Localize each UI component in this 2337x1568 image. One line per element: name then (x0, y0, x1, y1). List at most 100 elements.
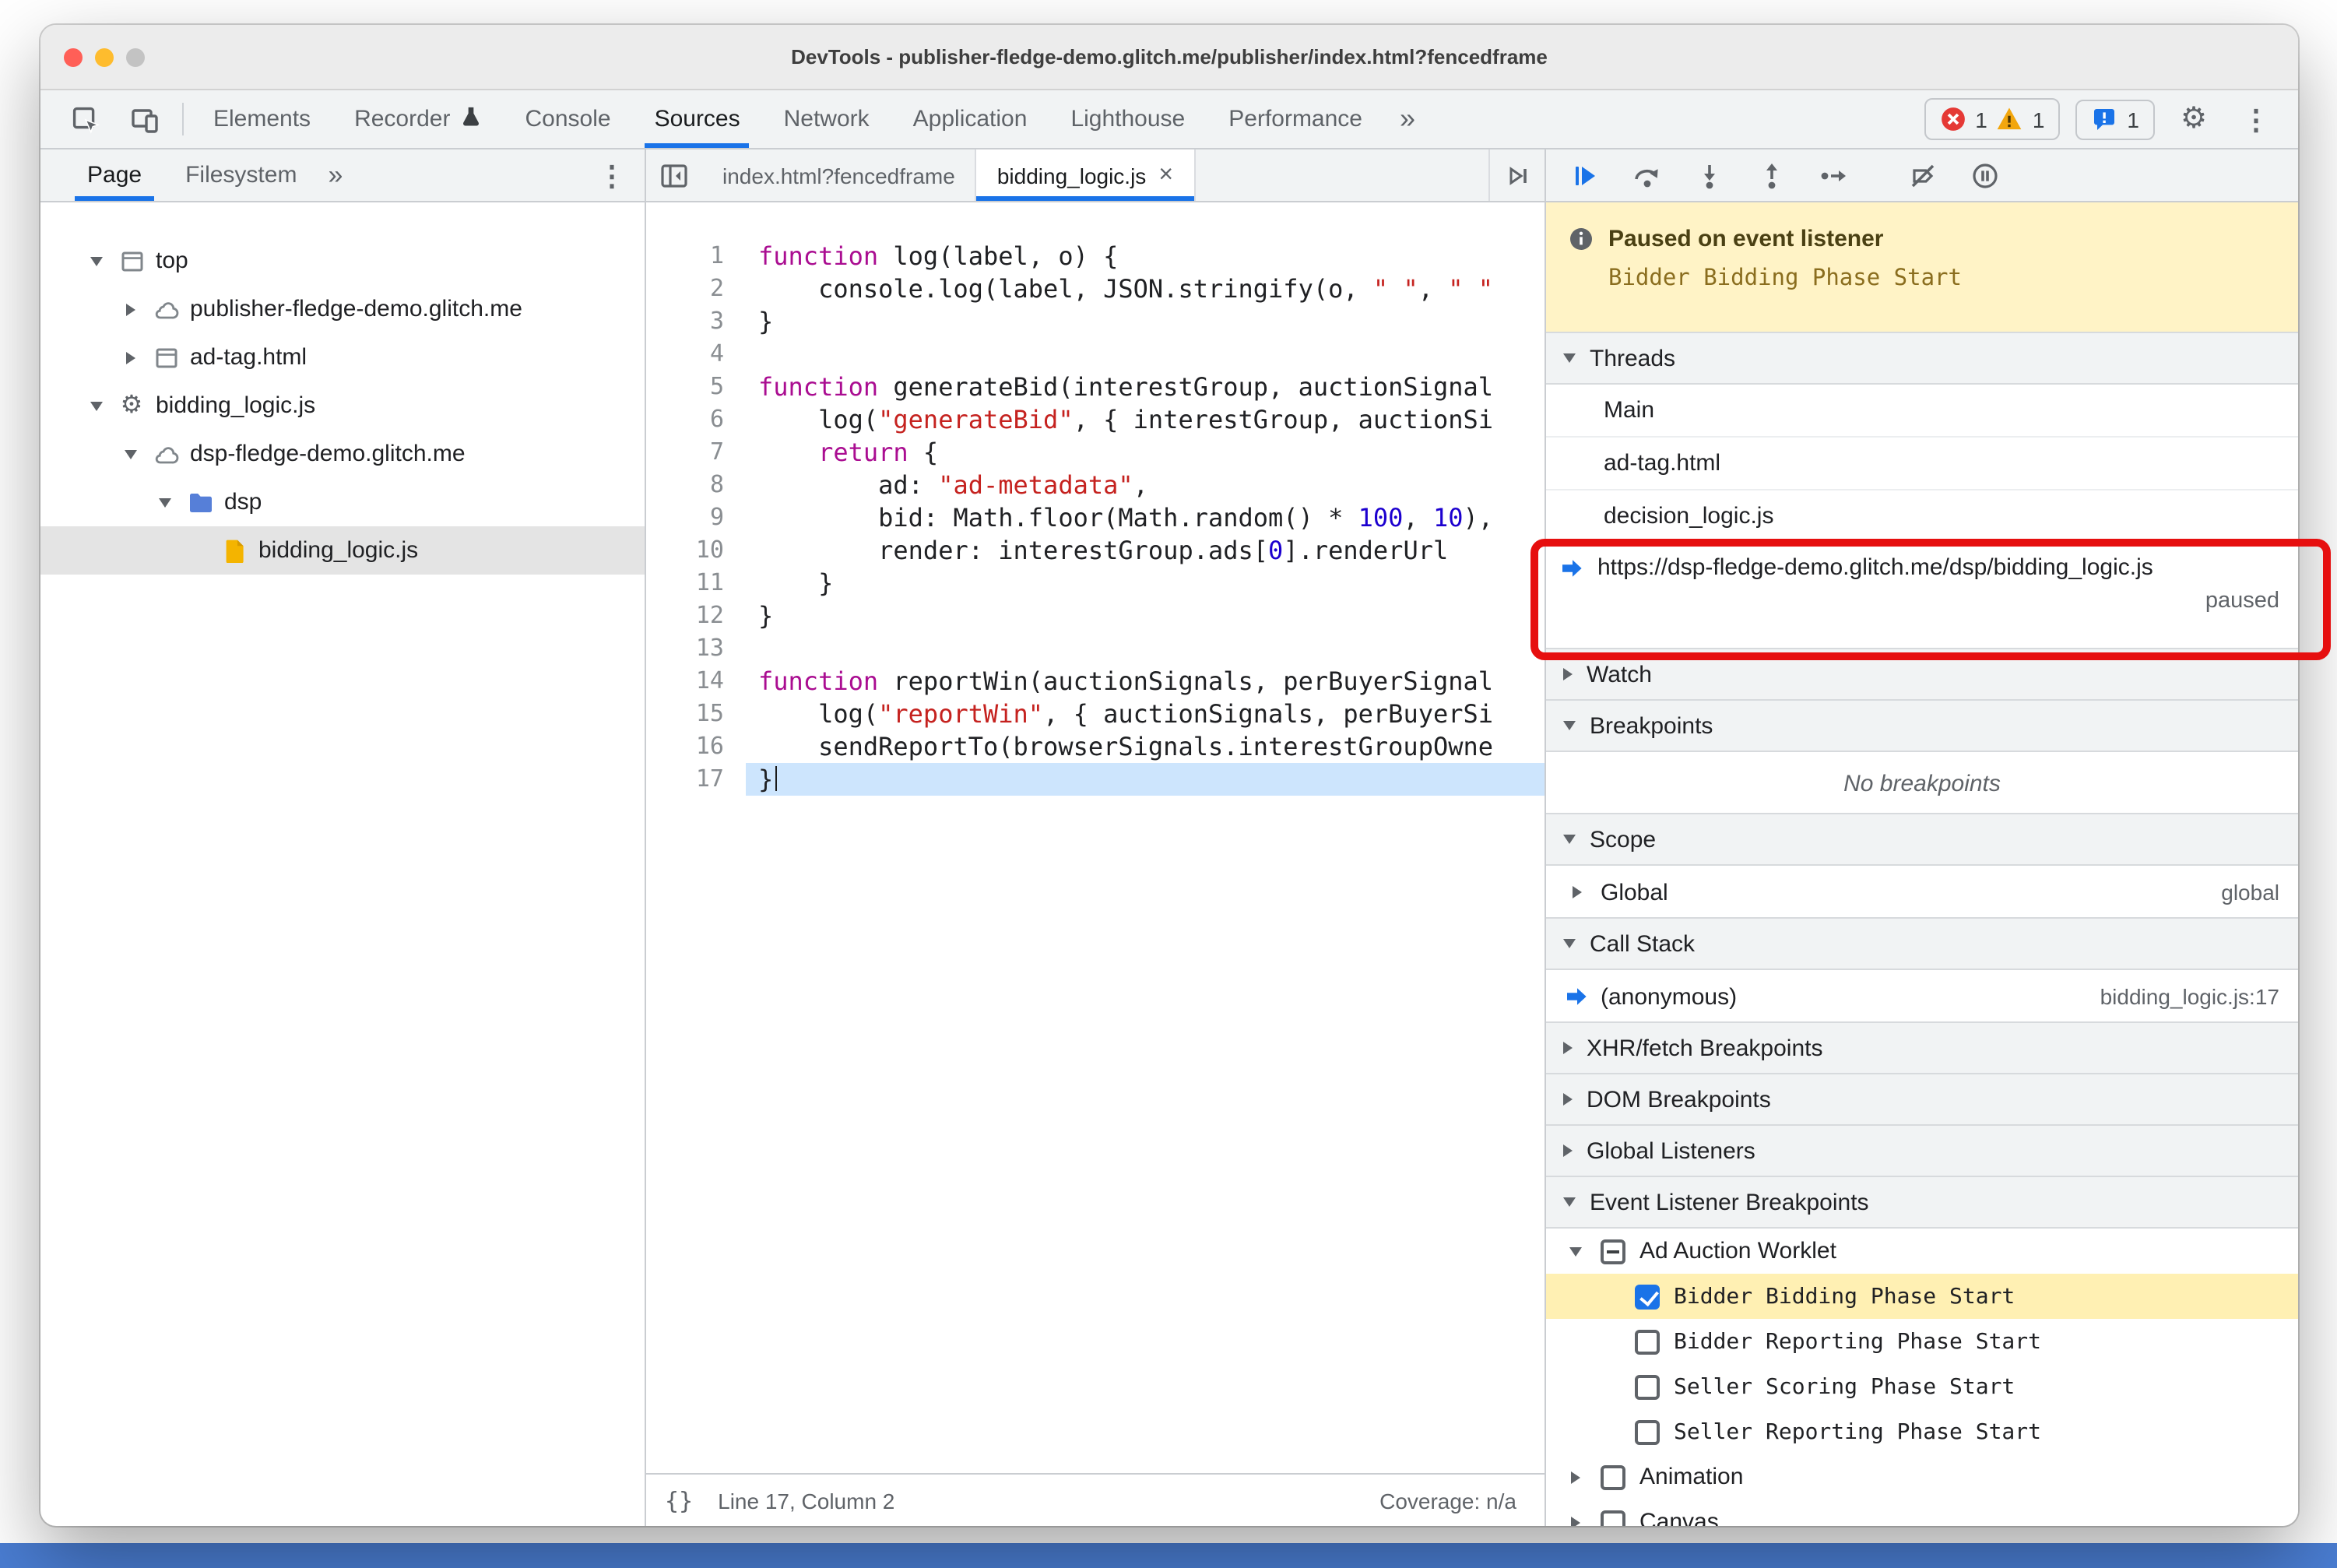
line-number[interactable]: 2 (646, 272, 746, 305)
call-stack-frame[interactable]: (anonymous) bidding_logic.js:17 (1546, 970, 2298, 1023)
line-number[interactable]: 11 (646, 567, 746, 599)
expand-open-icon[interactable] (1569, 1246, 1581, 1256)
tree-item-top[interactable]: top (40, 237, 645, 285)
checkbox-bidder-bidding-phase-start[interactable] (1635, 1284, 1660, 1309)
elb-item-seller-scoring-phase-start[interactable]: Seller Scoring Phase Start (1546, 1364, 2298, 1409)
line-number[interactable]: 17 (646, 763, 746, 796)
tree-item-bidding-logic-js[interactable]: bidding_logic.js (40, 526, 645, 575)
step-into-button[interactable] (1683, 153, 1736, 197)
elb-item-seller-reporting-phase-start[interactable]: Seller Reporting Phase Start (1546, 1409, 2298, 1454)
code-line-17[interactable]: 17} (646, 763, 1545, 796)
code-line-2[interactable]: 2 console.log(label, JSON.stringify(o, "… (646, 272, 1545, 305)
expand-closed-icon[interactable] (1570, 1516, 1580, 1526)
expand-closed-icon[interactable] (1572, 886, 1581, 898)
line-number[interactable]: 5 (646, 371, 746, 403)
section-scope[interactable]: Scope (1546, 813, 2298, 866)
tab-lighthouse[interactable]: Lighthouse (1049, 90, 1207, 148)
line-number[interactable]: 10 (646, 534, 746, 567)
checkbox-bidder-reporting-phase-start[interactable] (1635, 1329, 1660, 1354)
resume-button[interactable] (1559, 153, 1611, 197)
line-number[interactable]: 9 (646, 501, 746, 534)
thread-item-ad-tag-html[interactable]: ad-tag.html (1546, 438, 2298, 490)
code-line-6[interactable]: 6 log("generateBid", { interestGroup, au… (646, 403, 1545, 436)
step-out-button[interactable] (1745, 153, 1798, 197)
issues-badge[interactable]: 1 (2075, 99, 2155, 139)
thread-item-decision-logic-js[interactable]: decision_logic.js (1546, 490, 2298, 543)
code-line-5[interactable]: 5 function generateBid(interestGroup, auc… (646, 371, 1545, 403)
scope-global-row[interactable]: Global global (1546, 866, 2298, 919)
code-line-14[interactable]: 14 function reportWin(auctionSignals, per… (646, 665, 1545, 698)
code-line-15[interactable]: 15 log("reportWin", { auctionSignals, pe… (646, 698, 1545, 730)
section-threads[interactable]: Threads (1546, 332, 2298, 385)
step-button[interactable] (1808, 153, 1861, 197)
checkbox-canvas[interactable] (1601, 1510, 1625, 1526)
zoom-window-button[interactable] (126, 47, 145, 66)
tree-item-publisher-fledge-demo-glitch-me[interactable]: publisher-fledge-demo.glitch.me (40, 285, 645, 333)
line-number[interactable]: 12 (646, 599, 746, 632)
tree-item-dsp-fledge-demo-glitch-me[interactable]: dsp-fledge-demo.glitch.me (40, 430, 645, 478)
expand-closed-icon[interactable] (125, 351, 135, 364)
elb-item-bidder-bidding-phase-start[interactable]: Bidder Bidding Phase Start (1546, 1274, 2298, 1319)
code-line-11[interactable]: 11 } (646, 567, 1545, 599)
step-over-button[interactable] (1621, 153, 1674, 197)
device-toolbar-button[interactable] (115, 90, 174, 148)
navigator-menu-button[interactable]: ⋮ (579, 149, 645, 201)
expand-open-icon[interactable] (90, 256, 102, 265)
editor-tab-bidding-logic-js[interactable]: bidding_logic.js × (976, 149, 1195, 201)
tab-elements[interactable]: Elements (192, 90, 332, 148)
section-xhr-breakpoints[interactable]: XHR/fetch Breakpoints (1546, 1021, 2298, 1074)
expand-open-icon[interactable] (158, 497, 170, 507)
more-navigator-tabs-button[interactable]: » (318, 149, 352, 201)
expand-open-icon[interactable] (124, 449, 136, 459)
line-number[interactable]: 4 (646, 338, 746, 371)
toggle-navigator-button[interactable] (646, 149, 702, 201)
tab-application[interactable]: Application (891, 90, 1049, 148)
elb-group-animation[interactable]: Animation (1546, 1454, 2298, 1499)
elb-group-canvas[interactable]: Canvas (1546, 1499, 2298, 1526)
code-line-4[interactable]: 4 (646, 338, 1545, 371)
code-editor[interactable]: 1 function log(label, o) {2 console.log(l… (646, 202, 1545, 1473)
line-number[interactable]: 8 (646, 469, 746, 501)
section-dom-breakpoints[interactable]: DOM Breakpoints (1546, 1073, 2298, 1126)
tab-filesystem[interactable]: Filesystem (163, 149, 318, 201)
tree-item-bidding-logic-js[interactable]: ⚙ bidding_logic.js (40, 381, 645, 430)
checkbox-animation[interactable] (1601, 1464, 1625, 1489)
code-line-8[interactable]: 8 ad: "ad-metadata", (646, 469, 1545, 501)
console-status-badges[interactable]: 1 1 (1924, 98, 2061, 140)
expand-closed-icon[interactable] (1570, 1471, 1580, 1483)
section-event-listener-breakpoints[interactable]: Event Listener Breakpoints (1546, 1176, 2298, 1229)
line-number[interactable]: 7 (646, 436, 746, 469)
expand-closed-icon[interactable] (125, 303, 135, 315)
code-line-3[interactable]: 3} (646, 305, 1545, 338)
settings-button[interactable]: ⚙ (2170, 104, 2217, 134)
main-menu-button[interactable]: ⋮ (2233, 105, 2279, 133)
minimize-window-button[interactable] (95, 47, 114, 66)
expand-open-icon[interactable] (90, 401, 102, 410)
section-breakpoints[interactable]: Breakpoints (1546, 699, 2298, 752)
inspect-element-button[interactable] (56, 90, 115, 148)
elb-item-bidder-reporting-phase-start[interactable]: Bidder Reporting Phase Start (1546, 1319, 2298, 1364)
code-line-9[interactable]: 9 bid: Math.floor(Math.random() * 100, 1… (646, 501, 1545, 534)
section-call-stack[interactable]: Call Stack (1546, 917, 2298, 970)
tab-performance[interactable]: Performance (1207, 90, 1384, 148)
line-number[interactable]: 6 (646, 403, 746, 436)
checkbox-ad-auction-worklet[interactable] (1601, 1239, 1625, 1264)
tree-item-ad-tag-html[interactable]: ad-tag.html (40, 333, 645, 381)
line-number[interactable]: 13 (646, 632, 746, 665)
line-number[interactable]: 14 (646, 665, 746, 698)
tab-console[interactable]: Console (503, 90, 632, 148)
editor-tab-overflow-button[interactable] (1488, 149, 1545, 201)
checkbox-seller-scoring-phase-start[interactable] (1635, 1374, 1660, 1399)
tab-page[interactable]: Page (65, 149, 163, 201)
code-line-16[interactable]: 16 sendReportTo(browserSignals.interestG… (646, 730, 1545, 763)
code-line-7[interactable]: 7 return { (646, 436, 1545, 469)
thread-item-main[interactable]: Main (1546, 385, 2298, 438)
tab-network[interactable]: Network (762, 90, 891, 148)
editor-tab-index-html-fencedframe[interactable]: index.html?fencedframe (702, 149, 977, 201)
tab-sources[interactable]: Sources (633, 90, 762, 148)
section-global-listeners[interactable]: Global Listeners (1546, 1124, 2298, 1177)
line-number[interactable]: 3 (646, 305, 746, 338)
section-watch[interactable]: Watch (1546, 648, 2298, 701)
close-tab-icon[interactable]: × (1158, 161, 1173, 189)
line-number[interactable]: 1 (646, 240, 746, 272)
